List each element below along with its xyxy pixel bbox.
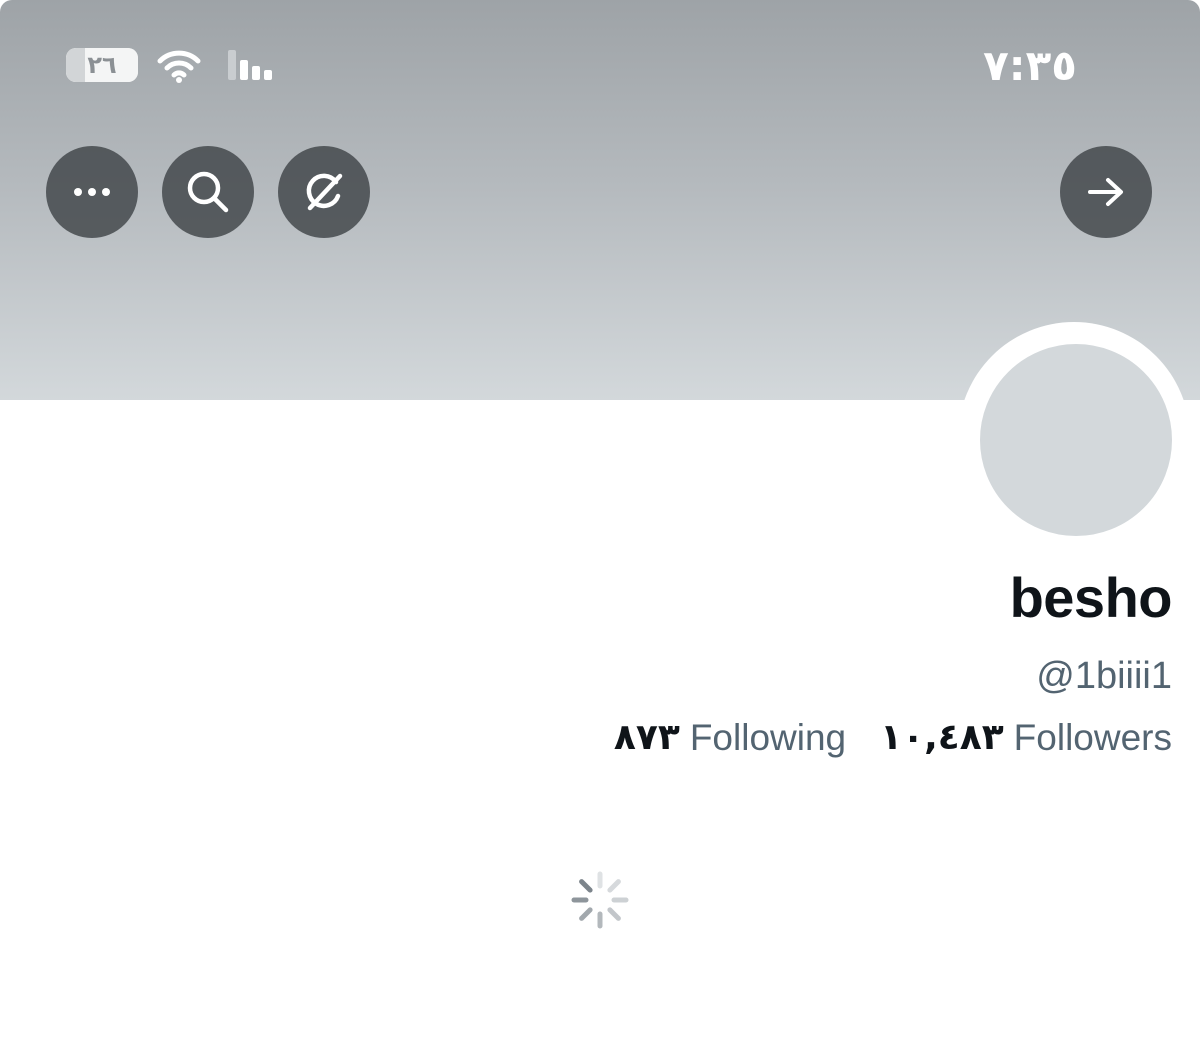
followers-label: Followers bbox=[1013, 717, 1172, 758]
battery-icon: ٢٦ bbox=[66, 48, 138, 82]
loading-spinner-icon bbox=[571, 871, 629, 929]
search-icon bbox=[187, 171, 229, 213]
search-button[interactable] bbox=[162, 146, 254, 238]
followers-link[interactable]: ١٠,٤٨٣ Followers bbox=[880, 712, 1172, 764]
following-label: Following bbox=[689, 717, 847, 758]
following-link[interactable]: ٨٧٣ Following bbox=[614, 712, 846, 764]
grok-icon bbox=[306, 173, 343, 211]
display-name: besho bbox=[1009, 566, 1173, 629]
status-time: ٧:٣٥ bbox=[983, 41, 1077, 90]
avatar[interactable] bbox=[978, 342, 1174, 538]
ellipsis-icon bbox=[74, 188, 110, 196]
wifi-icon bbox=[157, 50, 201, 83]
user-handle: @1biiii1 bbox=[1036, 655, 1172, 697]
grok-button[interactable] bbox=[278, 146, 370, 238]
profile-stats: ٨٧٣ Following ١٠,٤٨٣ Followers bbox=[614, 712, 1172, 764]
following-count: ٨٧٣ bbox=[613, 717, 680, 758]
more-options-button[interactable] bbox=[46, 146, 138, 238]
battery-level-text: ٢٦ bbox=[87, 51, 117, 79]
cellular-signal-icon bbox=[228, 50, 272, 80]
forward-button[interactable] bbox=[1060, 146, 1152, 238]
followers-count: ١٠,٤٨٣ bbox=[880, 717, 1004, 758]
arrow-right-icon bbox=[1088, 178, 1123, 206]
